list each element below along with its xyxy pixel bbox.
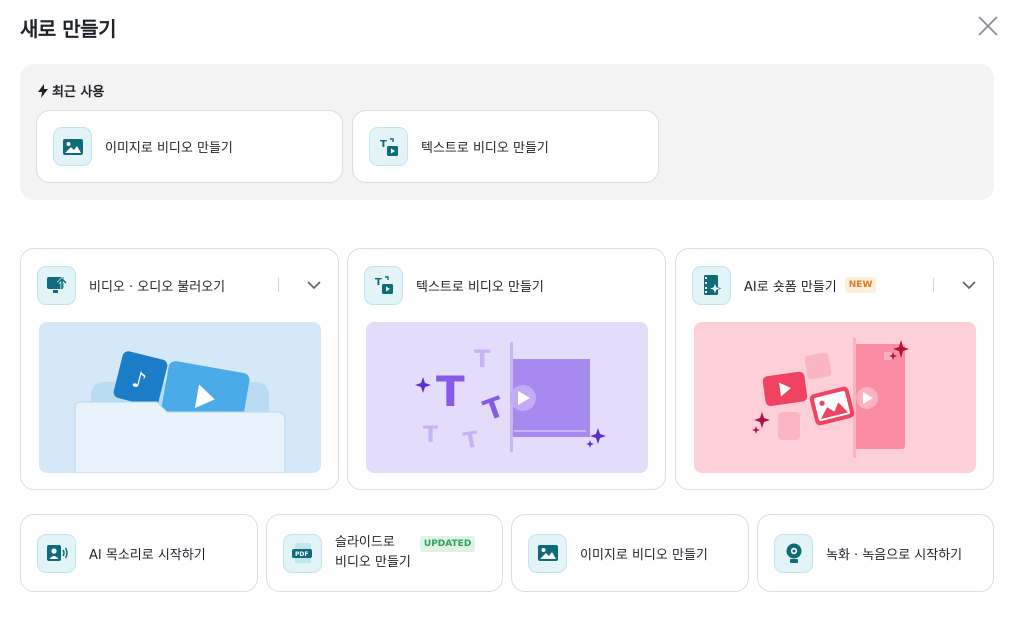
recent-text-to-video[interactable]: T 텍스트로 비디오 만들기 (352, 110, 659, 183)
svg-text:T: T (474, 345, 491, 373)
text-to-video-icon: T (369, 127, 408, 166)
recent-label-text: 최근 사용 (52, 85, 105, 100)
image-icon (528, 533, 567, 573)
chevron-down-icon[interactable] (961, 277, 977, 293)
action-label: 슬라이드로 비디오 만들기 (335, 533, 411, 573)
action-label: AI 목소리로 시작하기 (89, 547, 206, 563)
divider (933, 278, 934, 292)
svg-text:T: T (380, 139, 387, 150)
action-record[interactable]: 녹화 · 녹음으로 시작하기 (757, 514, 994, 592)
page-title: 새로 만들기 (20, 17, 116, 41)
webcam-icon (774, 533, 813, 573)
pdf-icon: PDF (283, 533, 322, 573)
action-ai-voice[interactable]: AI 목소리로 시작하기 (20, 514, 258, 592)
svg-text:T: T (436, 367, 465, 416)
updated-badge: UPDATED (419, 536, 476, 552)
close-icon[interactable] (976, 14, 1000, 38)
upload-icon (37, 265, 76, 305)
action-label: 녹화 · 녹음으로 시작하기 (826, 547, 963, 563)
svg-text:T: T (479, 390, 508, 428)
card-ai-shortform[interactable]: AI로 숏폼 만들기 NEW (675, 248, 994, 490)
card-import-video-audio[interactable]: 비디오 · 오디오 불러오기 ♪ (20, 248, 339, 490)
ai-shortform-icon (692, 265, 731, 305)
action-label-line2: 비디오 만들기 (335, 555, 411, 570)
text-to-video-icon: T (364, 265, 403, 305)
action-slides-to-video[interactable]: PDF 슬라이드로 비디오 만들기 UPDATED (266, 514, 503, 592)
card-label: 비디오 · 오디오 불러오기 (89, 279, 226, 295)
action-image-to-video[interactable]: 이미지로 비디오 만들기 (511, 514, 749, 592)
recent-item-label: 이미지로 비디오 만들기 (105, 141, 233, 156)
lightning-icon (38, 83, 48, 98)
recent-item-label: 텍스트로 비디오 만들기 (421, 141, 549, 156)
svg-text:PDF: PDF (295, 551, 308, 558)
svg-text:T: T (375, 277, 382, 288)
image-icon (53, 127, 92, 166)
action-label: 이미지로 비디오 만들기 (580, 547, 708, 563)
text-to-video-illustration: T T T T T (366, 322, 648, 473)
recent-image-to-video[interactable]: 이미지로 비디오 만들기 (36, 110, 343, 183)
action-label-line1: 슬라이드로 (335, 535, 395, 550)
card-label: 텍스트로 비디오 만들기 (416, 279, 544, 295)
import-illustration: ♪ (39, 322, 321, 473)
new-badge: NEW (844, 277, 877, 293)
svg-text:T: T (462, 427, 481, 454)
recent-section: 최근 사용 이미지로 비디오 만들기 T 텍스트로 비디오 만들기 (20, 64, 994, 200)
ai-shortform-illustration (694, 322, 976, 473)
recent-label: 최근 사용 (38, 81, 104, 100)
chevron-down-icon[interactable] (306, 277, 322, 293)
card-label: AI로 숏폼 만들기 (744, 279, 837, 295)
ai-voice-icon (37, 533, 76, 573)
svg-text:T: T (423, 423, 438, 448)
divider (278, 278, 279, 292)
card-text-to-video[interactable]: T 텍스트로 비디오 만들기 T T T T T (347, 248, 666, 490)
